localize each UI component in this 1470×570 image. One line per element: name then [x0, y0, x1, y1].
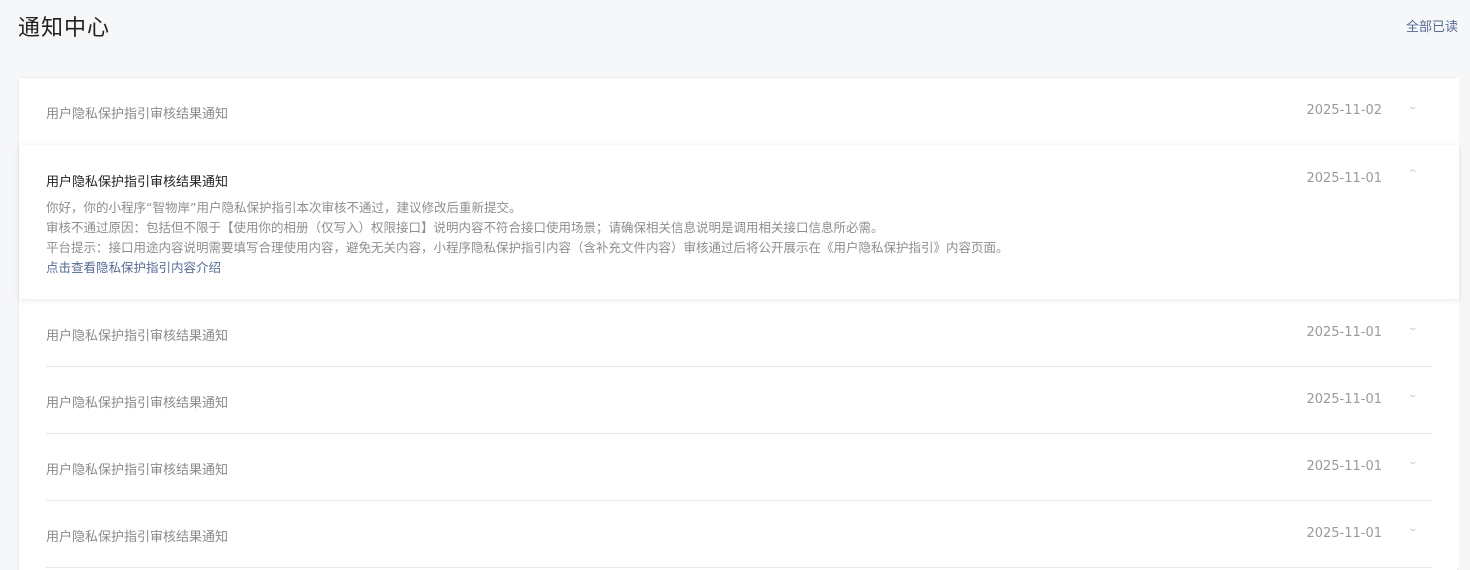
notification-item[interactable]: 用户隐私保护指引审核结果通知 2025-11-01 ⌄	[19, 367, 1459, 434]
notification-body: 你好，你的小程序“智物岸”用户隐私保护指引本次审核不通过，建议修改后重新提交。 …	[46, 198, 1009, 278]
notification-date: 2025-11-01	[1306, 459, 1382, 474]
chevron-down-icon[interactable]: ⌄	[1407, 457, 1419, 467]
notification-title: 用户隐私保护指引审核结果通知	[46, 396, 229, 411]
notification-date: 2025-11-01	[1306, 392, 1382, 407]
chevron-down-icon[interactable]: ⌄	[1407, 102, 1419, 112]
notification-item[interactable]: 用户隐私保护指引审核结果通知 2025-11-01 ⌄	[19, 299, 1459, 367]
notification-title: 用户隐私保护指引审核结果通知	[46, 107, 229, 122]
header: 通知中心 全部已读	[0, 0, 1470, 60]
notification-title: 用户隐私保护指引审核结果通知	[46, 175, 229, 190]
chevron-down-icon[interactable]: ⌄	[1407, 323, 1419, 333]
notification-center-page: 通知中心 全部已读 用户隐私保护指引审核结果通知 2025-11-02 ⌄ 用户…	[0, 0, 1470, 570]
notification-body-line: 平台提示：接口用途内容说明需要填写合理使用内容，避免无关内容，小程序隐私保护指引…	[46, 240, 1009, 255]
notification-item-expanded[interactable]: 用户隐私保护指引审核结果通知 2025-11-01 ⌃ 你好，你的小程序“智物岸…	[19, 145, 1459, 299]
chevron-down-icon[interactable]: ⌄	[1407, 524, 1419, 534]
notification-title: 用户隐私保护指引审核结果通知	[46, 463, 229, 478]
notification-body-line: 你好，你的小程序“智物岸”用户隐私保护指引本次审核不通过，建议修改后重新提交。	[46, 200, 522, 215]
notification-item[interactable]: 用户隐私保护指引审核结果通知 2025-11-02 ⌄	[19, 78, 1459, 145]
notification-date: 2025-11-01	[1306, 526, 1382, 541]
notification-date: 2025-11-01	[1306, 325, 1382, 340]
mark-all-read-link[interactable]: 全部已读	[1406, 16, 1458, 35]
page-title: 通知中心	[18, 16, 111, 41]
notification-body-line: 审核不通过原因：包括但不限于【使用你的相册（仅写入）权限接口】说明内容不符合接口…	[46, 220, 884, 235]
notification-item[interactable]: 用户隐私保护指引审核结果通知 2025-11-01 ⌄	[19, 434, 1459, 501]
notification-title: 用户隐私保护指引审核结果通知	[46, 530, 229, 545]
chevron-up-icon[interactable]: ⌃	[1407, 169, 1419, 179]
notification-item[interactable]: 用户隐私保护指引审核结果通知 2025-11-01 ⌄	[19, 501, 1459, 568]
notification-title: 用户隐私保护指引审核结果通知	[46, 329, 229, 344]
chevron-down-icon[interactable]: ⌄	[1407, 390, 1419, 400]
divider	[46, 567, 1432, 568]
privacy-guide-link[interactable]: 点击查看隐私保护指引内容介绍	[46, 258, 221, 278]
notification-date: 2025-11-02	[1306, 103, 1382, 118]
notification-date: 2025-11-01	[1306, 171, 1382, 186]
notification-list: 用户隐私保护指引审核结果通知 2025-11-02 ⌄ 用户隐私保护指引审核结果…	[18, 77, 1459, 570]
